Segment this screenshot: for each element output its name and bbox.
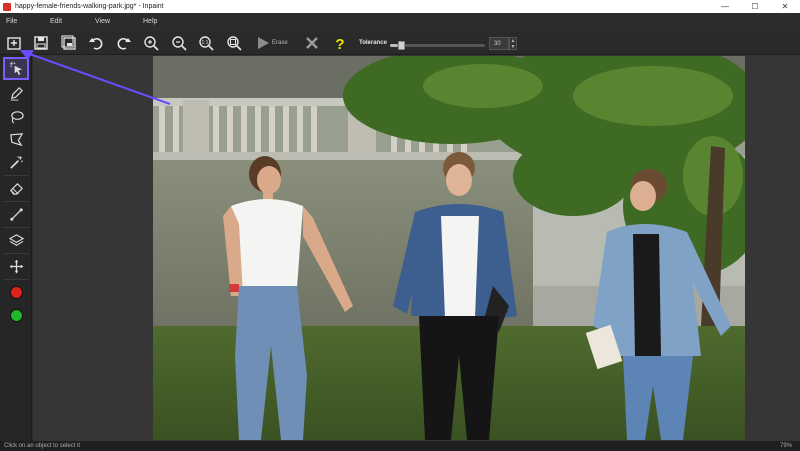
pencil-icon xyxy=(10,87,23,101)
menu-file[interactable]: File xyxy=(6,18,17,25)
tool-separator xyxy=(3,227,29,228)
menu-bar: File Edit View Help xyxy=(0,13,800,31)
red-color-icon xyxy=(9,286,23,299)
status-message: Click on an object to select it xyxy=(4,443,81,449)
minimize-button[interactable]: — xyxy=(710,0,740,13)
window-controls: — ☐ ✕ xyxy=(710,0,800,13)
tool-line[interactable] xyxy=(3,203,29,226)
svg-text:?: ? xyxy=(335,36,344,51)
zoom-in-button[interactable] xyxy=(142,34,160,52)
tool-separator xyxy=(3,201,29,202)
eraser-icon xyxy=(9,182,23,195)
play-icon xyxy=(258,37,269,49)
menu-help[interactable]: Help xyxy=(143,18,157,25)
status-bar: Click on an object to select it 79% xyxy=(0,441,800,451)
erase-label: Erase xyxy=(272,40,288,46)
tolerance-value-input[interactable]: 30 xyxy=(489,37,509,50)
photo-canvas-image[interactable] xyxy=(153,56,745,440)
save-button[interactable] xyxy=(32,34,50,52)
tool-layers[interactable] xyxy=(3,229,29,252)
tool-lasso[interactable] xyxy=(3,105,29,128)
zoom-fit-icon xyxy=(227,36,242,51)
zoom-actual-size-icon: 1:1 xyxy=(199,36,214,51)
question-mark-icon: ? xyxy=(335,36,344,51)
open-button[interactable] xyxy=(5,34,23,52)
save-as-icon xyxy=(61,35,76,50)
move-arrows-icon xyxy=(9,259,23,274)
zoom-out-icon xyxy=(172,36,187,51)
redo-icon xyxy=(117,38,131,50)
window-title: happy-female-friends-walking-park.jpg* -… xyxy=(15,3,164,10)
undo-button[interactable] xyxy=(87,34,105,52)
erase-button[interactable] xyxy=(254,34,272,52)
background-color-swatch[interactable] xyxy=(3,304,29,327)
tool-separator xyxy=(3,175,29,176)
tool-panel xyxy=(0,55,32,441)
save-icon xyxy=(34,36,48,50)
park-photo-illustration xyxy=(153,56,745,440)
zoom-in-icon xyxy=(144,36,159,51)
lasso-icon xyxy=(10,111,24,124)
tool-separator xyxy=(3,253,29,254)
tool-move[interactable] xyxy=(3,255,29,278)
spin-down-icon[interactable]: ▼ xyxy=(510,44,516,50)
zoom-level: 79% xyxy=(779,443,792,449)
tool-eraser[interactable] xyxy=(3,177,29,200)
green-color-icon xyxy=(9,309,23,322)
cross-icon xyxy=(306,37,318,49)
inpaint-app-window: happy-female-friends-walking-park.jpg* -… xyxy=(0,0,800,451)
save-as-button[interactable] xyxy=(60,34,78,52)
tool-polygonal-lasso[interactable] xyxy=(3,128,29,151)
tool-magic-wand[interactable] xyxy=(3,151,29,174)
foreground-color-swatch[interactable] xyxy=(3,281,29,304)
line-tool-icon xyxy=(9,208,23,221)
tolerance-label: Tolerance xyxy=(359,40,387,46)
menu-edit[interactable]: Edit xyxy=(50,18,62,25)
svg-text:1:1: 1:1 xyxy=(202,40,209,46)
tolerance-spinner[interactable]: ▲ ▼ xyxy=(509,37,517,50)
app-icon xyxy=(3,2,11,11)
polygon-lasso-icon xyxy=(9,133,23,147)
help-button[interactable]: ? xyxy=(331,34,349,52)
menu-view[interactable]: View xyxy=(95,18,110,25)
magic-wand-icon xyxy=(9,155,23,169)
main-toolbar: 1:1 Erase ? Tolerance xyxy=(0,31,800,55)
clear-selection-button[interactable] xyxy=(303,34,321,52)
zoom-fit-button[interactable] xyxy=(225,34,243,52)
tolerance-slider[interactable] xyxy=(390,41,485,50)
zoom-out-button[interactable] xyxy=(170,34,188,52)
title-bar: happy-female-friends-walking-park.jpg* -… xyxy=(0,0,800,13)
undo-icon xyxy=(89,38,103,50)
close-button[interactable]: ✕ xyxy=(770,0,800,13)
actual-size-button[interactable]: 1:1 xyxy=(197,34,215,52)
selection-cursor-icon xyxy=(9,61,22,76)
tool-separator xyxy=(3,279,29,280)
tolerance-slider-handle[interactable] xyxy=(397,41,405,50)
open-file-icon xyxy=(7,37,21,50)
maximize-button[interactable]: ☐ xyxy=(740,0,770,13)
layers-icon xyxy=(8,234,24,246)
tool-marker-selection[interactable] xyxy=(3,57,29,80)
redo-button[interactable] xyxy=(115,34,133,52)
tolerance-slider-fill xyxy=(390,44,398,47)
tool-pencil[interactable] xyxy=(3,82,29,105)
